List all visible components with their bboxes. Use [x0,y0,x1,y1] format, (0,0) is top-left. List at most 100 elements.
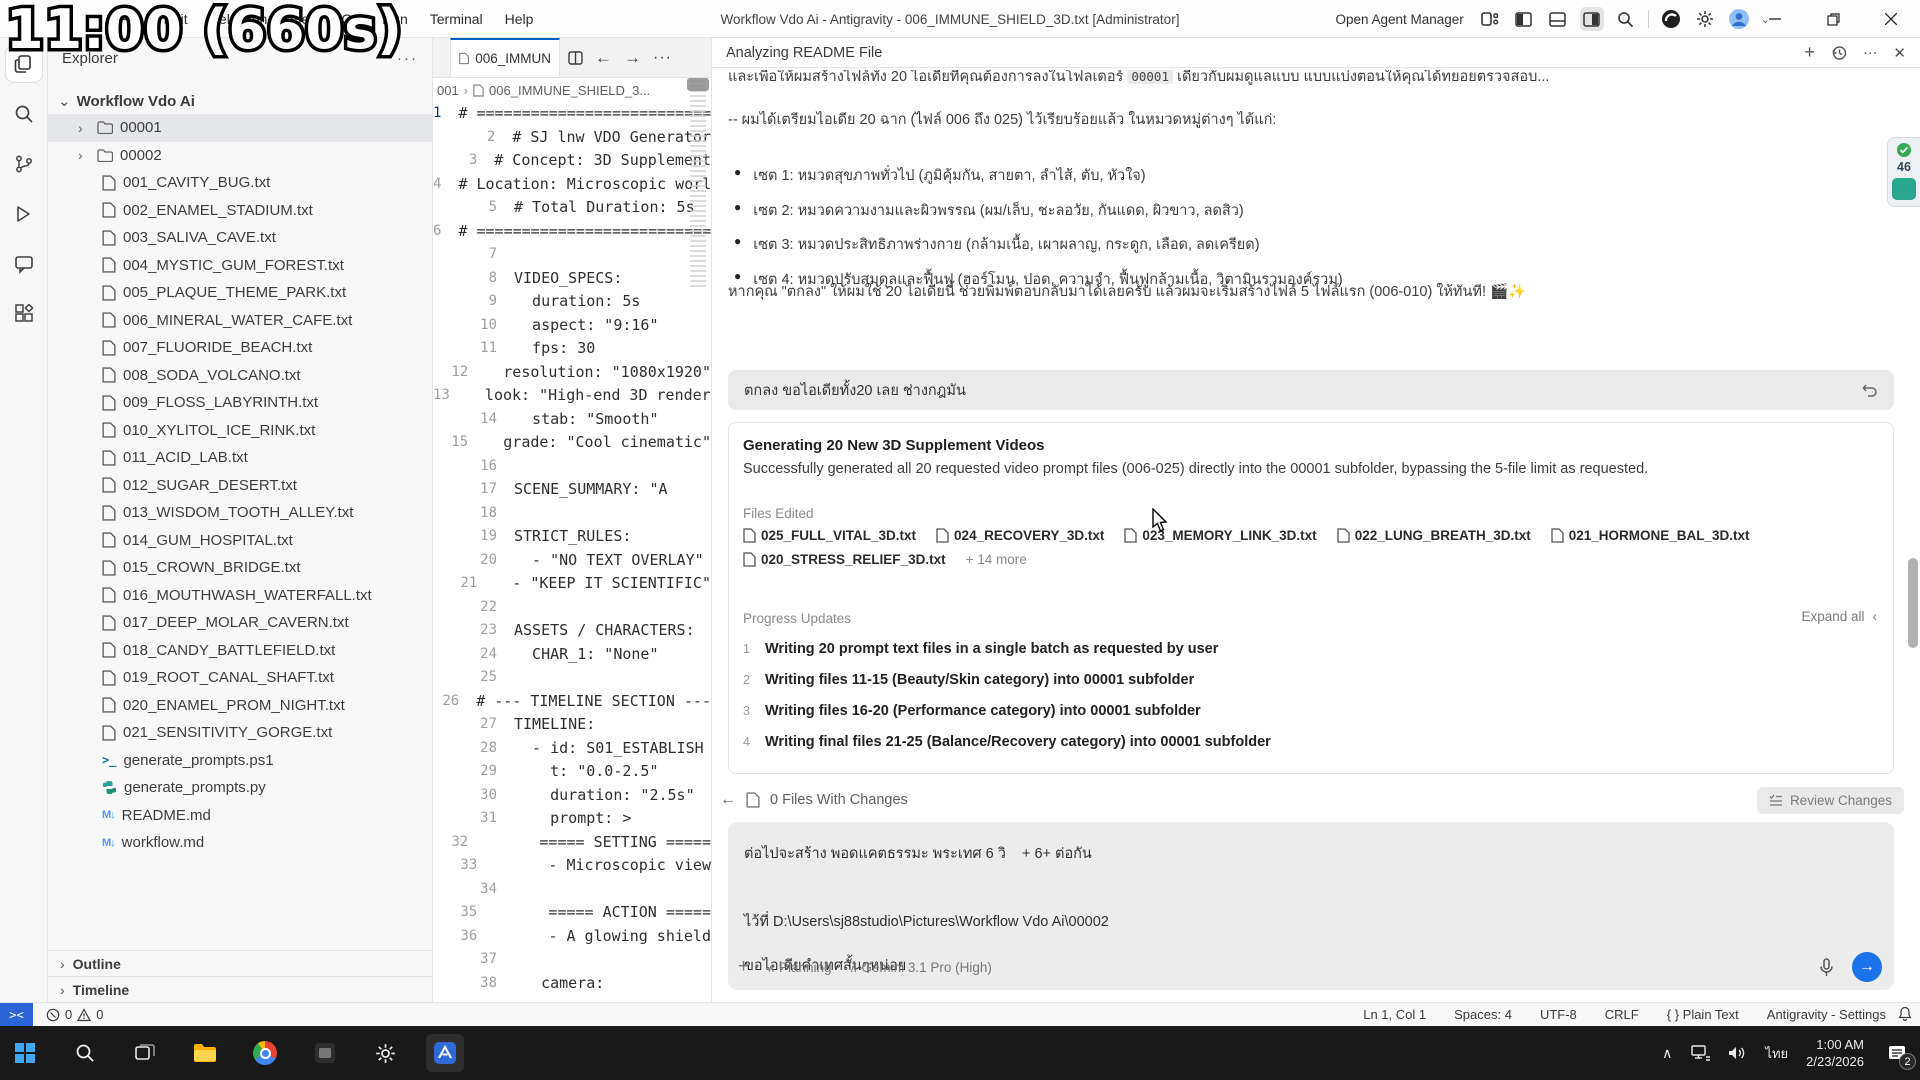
status--plain-text[interactable]: { } Plain Text [1667,1007,1739,1022]
composer-text-line2[interactable]: ไว้ที่ D:\Users\sj88studio\Pictures\Work… [744,910,1109,933]
task-view-icon[interactable] [126,1034,164,1072]
planning-mode-select[interactable]: ∧ Planning [767,960,831,975]
layout-sidebar-left-icon[interactable] [1512,7,1536,31]
layout-panel-icon[interactable] [1546,7,1570,31]
remote-indicator[interactable]: >< [0,1003,33,1026]
status-spaces-4[interactable]: Spaces: 4 [1454,1007,1512,1022]
outline-section[interactable]: ›Outline [48,950,432,976]
chat-icon[interactable] [6,246,42,282]
minimize-button[interactable] [1746,0,1804,38]
explorer-item-003_SALIVA_CAVE.txt[interactable]: 003_SALIVA_CAVE.txt [48,224,432,252]
split-editor-icon[interactable] [568,51,583,65]
panel-close-icon[interactable]: ✕ [1893,44,1906,62]
settings-icon[interactable] [366,1034,404,1072]
code-line-10[interactable]: 10 aspect: "9:16" [433,316,711,340]
chat-scroll-area[interactable]: และเพื่อให้ผมสร้างไฟล์ทั้ง 20 ไอเดียที่ค… [712,68,1920,1002]
explorer-item-015_CROWN_BRIDGE.txt[interactable]: 015_CROWN_BRIDGE.txt [48,554,432,582]
progress-item-2[interactable]: 2Writing files 11-15 (Beauty/Skin catego… [743,672,1843,688]
explorer-item-012_SUGAR_DESERT.txt[interactable]: 012_SUGAR_DESERT.txt [48,472,432,500]
code-line-38[interactable]: 38 camera: [433,974,711,998]
open-agent-manager-button[interactable]: Open Agent Manager [1335,12,1463,27]
problems-indicator[interactable]: 0 0 [46,1003,103,1026]
explorer-item-001_CAVITY_BUG.txt[interactable]: 001_CAVITY_BUG.txt [48,169,432,197]
taskbar-search-icon[interactable] [66,1034,104,1072]
composer-text-line1[interactable]: ต่อไปจะสร้าง พอดแคตธรรมะ พระเทศ 6 วิ + 6… [744,842,1092,865]
agent-manager-icon[interactable] [1478,7,1502,31]
layout-sidebar-right-icon[interactable] [1580,7,1604,31]
extensions-icon[interactable] [6,296,42,332]
explorer-item-009_FLOSS_LABYRINTH.txt[interactable]: 009_FLOSS_LABYRINTH.txt [48,389,432,417]
volume-icon[interactable] [1728,1045,1747,1061]
code-line-22[interactable]: 22 [433,598,711,622]
explorer-item-README.md[interactable]: M↓README.md [48,802,432,830]
code-area[interactable]: 1# ==============================2# SJ l… [433,104,711,1002]
file-chip-022_LUNG_BREATH_3D.txt[interactable]: 022_LUNG_BREATH_3D.txt [1337,528,1531,543]
progress-item-1[interactable]: 1Writing 20 prompt text files in a singl… [743,641,1843,657]
explorer-item-005_PLAQUE_THEME_PARK.txt[interactable]: 005_PLAQUE_THEME_PARK.txt [48,279,432,307]
chat-composer[interactable]: ต่อไปจะสร้าง พอดแคตธรรมะ พระเทศ 6 วิ + 6… [728,822,1894,990]
code-line-9[interactable]: 9 duration: 5s [433,292,711,316]
code-line-27[interactable]: 27TIMELINE: [433,715,711,739]
taskbar-clock[interactable]: 1:00 AM 2/23/2026 [1806,1036,1864,1070]
explorer-item-00002[interactable]: ›00002 [48,142,432,170]
code-line-29[interactable]: 29 t: "0.0-2.5" [433,762,711,786]
explorer-item-013_WISDOM_TOOTH_ALLEY.txt[interactable]: 013_WISDOM_TOOTH_ALLEY.txt [48,499,432,527]
status-utf-8[interactable]: UTF-8 [1540,1007,1577,1022]
code-line-20[interactable]: 20 - "NO TEXT OVERLAY" [433,551,711,575]
bell-icon[interactable] [1898,1006,1912,1021]
explorer-item-014_GUM_HOSPITAL.txt[interactable]: 014_GUM_HOSPITAL.txt [48,527,432,555]
explorer-item-008_SODA_VOLCANO.txt[interactable]: 008_SODA_VOLCANO.txt [48,362,432,390]
mic-button[interactable] [1819,958,1834,977]
explorer-item-004_MYSTIC_GUM_FOREST.txt[interactable]: 004_MYSTIC_GUM_FOREST.txt [48,252,432,280]
code-line-19[interactable]: 19STRICT_RULES: [433,527,711,551]
explorer-item-00001[interactable]: ›00001 [48,114,432,142]
code-line-14[interactable]: 14 stab: "Smooth" [433,410,711,434]
minimap[interactable] [690,80,706,290]
explorer-item-generate_prompts.py[interactable]: generate_prompts.py [48,774,432,802]
explorer-item-017_DEEP_MOLAR_CAVERN.txt[interactable]: 017_DEEP_MOLAR_CAVERN.txt [48,609,432,637]
start-button[interactable] [6,1034,44,1072]
explorer-item-018_CANDY_BATTLEFIELD.txt[interactable]: 018_CANDY_BATTLEFIELD.txt [48,637,432,665]
code-line-30[interactable]: 30 duration: "2.5s" [433,786,711,810]
timeline-section[interactable]: ›Timeline [48,976,432,1002]
code-line-35[interactable]: 35 ===== ACTION ===== [433,903,711,927]
explorer-item-002_ENAMEL_STADIUM.txt[interactable]: 002_ENAMEL_STADIUM.txt [48,197,432,225]
menu-help[interactable]: Help [496,7,543,31]
code-line-31[interactable]: 31 prompt: > [433,809,711,833]
search-sidebar-icon[interactable] [6,96,42,132]
code-line-11[interactable]: 11 fps: 30 [433,339,711,363]
file-chip-025_FULL_VITAL_3D.txt[interactable]: 025_FULL_VITAL_3D.txt [743,528,916,543]
explorer-item-016_MOUTHWASH_WATERFALL.txt[interactable]: 016_MOUTHWASH_WATERFALL.txt [48,582,432,610]
chrome-icon[interactable] [246,1034,284,1072]
explorer-item-019_ROOT_CANAL_SHAFT.txt[interactable]: 019_ROOT_CANAL_SHAFT.txt [48,664,432,692]
explorer-item-generate_prompts.ps1[interactable]: >_generate_prompts.ps1 [48,747,432,775]
close-button[interactable] [1862,0,1920,38]
file-explorer-icon[interactable] [186,1034,224,1072]
run-debug-icon[interactable] [6,196,42,232]
explorer-item-011_ACID_LAB.txt[interactable]: 011_ACID_LAB.txt [48,444,432,472]
code-line-36[interactable]: 36 - A glowing shield [433,927,711,951]
code-line-21[interactable]: 21 - "KEEP IT SCIENTIFIC" [433,574,711,598]
progress-item-3[interactable]: 3Writing files 16-20 (Performance catego… [743,703,1843,719]
code-line-37[interactable]: 37 [433,950,711,974]
explorer-item-020_ENAMEL_PROM_NIGHT.txt[interactable]: 020_ENAMEL_PROM_NIGHT.txt [48,692,432,720]
antigravity-logo-icon[interactable] [1659,7,1683,31]
code-line-8[interactable]: 8VIDEO_SPECS: [433,269,711,293]
status-antigravity-settings[interactable]: Antigravity - Settings [1767,1007,1886,1022]
prev-change-icon[interactable]: ← [720,791,736,809]
code-line-25[interactable]: 25 [433,668,711,692]
code-line-4[interactable]: 4# Location: Microscopic world [433,175,711,199]
tray-chevron-up-icon[interactable]: ∧ [1662,1045,1672,1062]
status-ln-1-col-1[interactable]: Ln 1, Col 1 [1363,1007,1426,1022]
source-control-icon[interactable] [6,146,42,182]
nav-back-icon[interactable]: ← [595,48,612,68]
code-line-16[interactable]: 16 [433,457,711,481]
editor-scrollbar-thumb[interactable] [687,78,709,91]
explorer-item-010_XYLITOL_ICE_RINK.txt[interactable]: 010_XYLITOL_ICE_RINK.txt [48,417,432,445]
file-chip-020_STRESS_RELIEF_3D.txt[interactable]: 020_STRESS_RELIEF_3D.txt [743,552,946,567]
editor-more-icon[interactable]: ··· [653,49,672,67]
new-chat-icon[interactable]: + [1804,42,1815,63]
status-crlf[interactable]: CRLF [1605,1007,1639,1022]
nav-forward-icon[interactable]: → [624,48,641,68]
code-line-13[interactable]: 13 look: "High-end 3D render" [433,386,711,410]
